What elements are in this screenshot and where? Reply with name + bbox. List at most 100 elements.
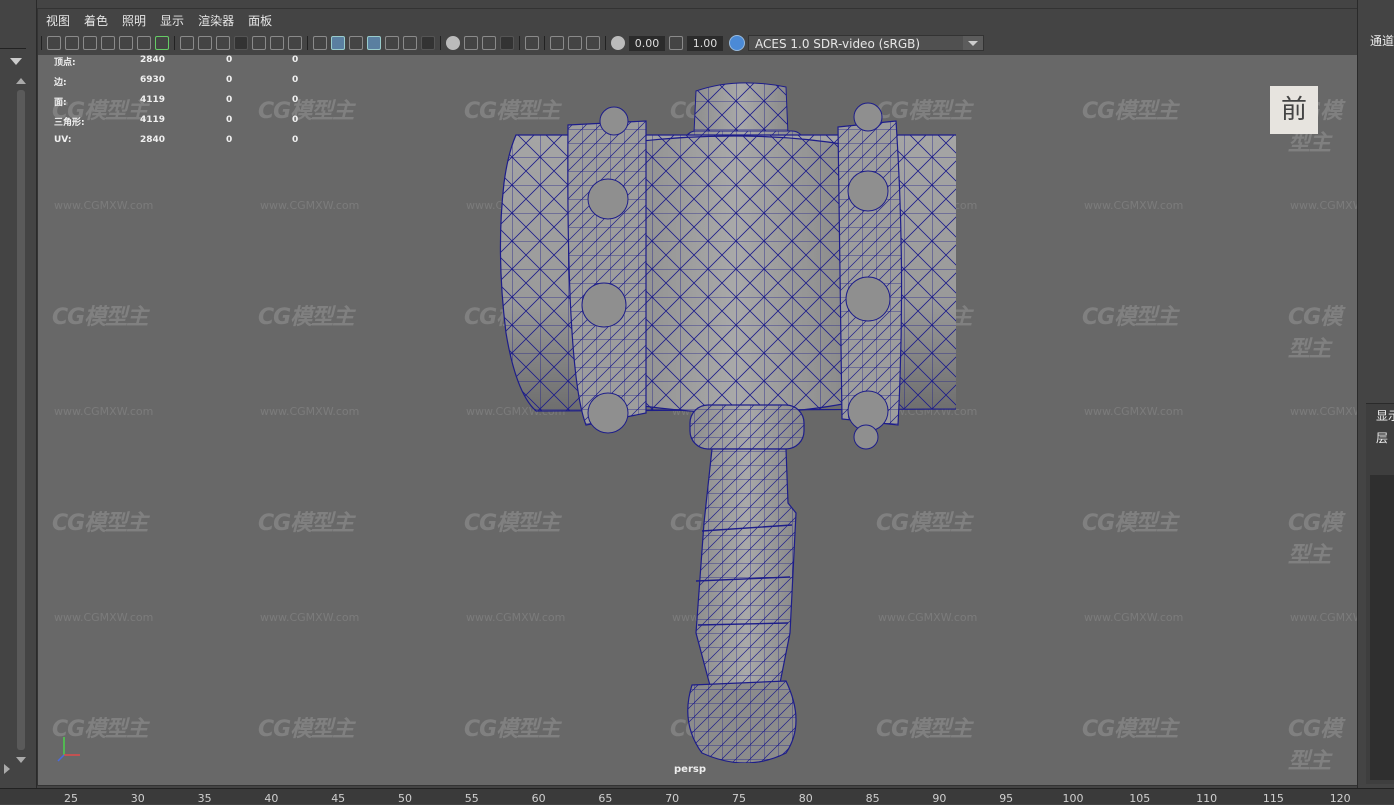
watermark-logo: CG模型主 [258, 717, 354, 742]
exposure-icon[interactable] [611, 36, 625, 50]
watermark-logo: CG模型主 [52, 511, 148, 536]
time-tick-label: 120 [1329, 792, 1351, 805]
scroll-up-icon[interactable] [16, 78, 26, 84]
viewport-panel: 视图 着色 照明 显示 渲染器 面板 0.00 1.00 ACES 1.0 SD… [37, 8, 1358, 786]
select-camera-icon[interactable] [47, 36, 61, 50]
xray-icon[interactable] [550, 36, 564, 50]
grid-icon[interactable] [180, 36, 194, 50]
backface-culling-icon[interactable] [586, 36, 600, 50]
stat-value: 0 [292, 135, 299, 145]
use-all-lights-icon[interactable] [403, 36, 417, 50]
film-gate-icon[interactable] [198, 36, 212, 50]
menu-panels[interactable]: 面板 [248, 12, 272, 29]
xray-joints-icon[interactable] [568, 36, 582, 50]
toolbar-separator [519, 36, 520, 50]
safe-action-icon[interactable] [270, 36, 284, 50]
watermark-url: www.CGMXW.com [1290, 611, 1357, 624]
stat-value: 4119 [140, 115, 166, 125]
scroll-down-icon[interactable] [16, 757, 26, 763]
time-tick-label: 105 [1129, 792, 1151, 805]
gamma-icon[interactable] [669, 36, 683, 50]
motion-blur-icon[interactable] [464, 36, 478, 50]
stat-value: 0 [292, 115, 299, 125]
menu-view[interactable]: 视图 [46, 12, 70, 29]
gamma-field[interactable]: 1.00 [687, 35, 723, 51]
menu-lighting[interactable]: 照明 [122, 12, 146, 29]
multisample-aa-icon[interactable] [482, 36, 496, 50]
watermark-logo: CG模型主 [1082, 305, 1178, 330]
resolution-gate-icon[interactable] [216, 36, 230, 50]
menu-renderer[interactable]: 渲染器 [198, 12, 234, 29]
watermark-url: www.CGMXW.com [260, 199, 360, 212]
smooth-shade-icon[interactable] [331, 36, 345, 50]
hammer-collar [689, 404, 805, 450]
heads-up-poly-count: 顶点: 2840 0 0 边: 6930 0 0 面: 4119 0 0 三角形… [54, 55, 334, 155]
layer-menu[interactable]: 层 [1376, 429, 1388, 446]
viewcube-front[interactable]: 前 [1270, 86, 1318, 134]
wireframe-on-shaded-icon[interactable] [367, 36, 381, 50]
stat-value: 2840 [140, 135, 166, 145]
camera-attributes-icon[interactable] [83, 36, 97, 50]
3d-viewport[interactable]: CG模型主 CG模型主 CG模型主 CG模型主 CG模型主 CG模型主 CG模型主 CG模型主… [38, 55, 1357, 785]
watermark-logo: CG模型主 [52, 305, 148, 330]
screen-space-ao-icon[interactable] [446, 36, 460, 50]
menu-show[interactable]: 显示 [160, 12, 184, 29]
watermark-url: www.CGMXW.com [54, 405, 154, 418]
toolbar-separator [440, 36, 441, 50]
2d-pan-zoom-icon[interactable] [137, 36, 151, 50]
toolbar-separator [605, 36, 606, 50]
watermark-url: www.CGMXW.com [1084, 405, 1184, 418]
field-chart-icon[interactable] [252, 36, 266, 50]
time-tick-label: 75 [732, 792, 746, 805]
watermark-url: www.CGMXW.com [1084, 611, 1184, 624]
bookmark-icon[interactable] [101, 36, 115, 50]
stat-label: 面: [54, 98, 67, 108]
channel-box-title[interactable]: 通道 [1370, 32, 1394, 49]
expand-right-icon[interactable] [4, 764, 10, 774]
toolbox-dropdown-icon[interactable] [10, 58, 22, 65]
stat-value: 0 [226, 95, 233, 105]
gate-mask-icon[interactable] [234, 36, 248, 50]
hammer-mesh [499, 82, 956, 763]
panel-menubar: 视图 着色 照明 显示 渲染器 面板 [38, 9, 1357, 31]
stat-value: 2840 [140, 55, 166, 65]
toolbox-divider [0, 48, 26, 49]
shadows-icon[interactable] [421, 36, 435, 50]
hammer-pommel [687, 680, 797, 763]
time-tick-label: 95 [999, 792, 1014, 805]
stat-value: 4119 [140, 95, 166, 105]
time-tick-label: 30 [130, 792, 145, 805]
watermark-url: www.CGMXW.com [54, 611, 154, 624]
use-default-material-icon[interactable] [349, 36, 363, 50]
color-space-dropdown[interactable]: ACES 1.0 SDR-video (sRGB) [748, 35, 984, 51]
toolbar-separator [41, 36, 42, 50]
color-management-icon[interactable] [729, 35, 745, 51]
watermark-logo: CG模型主 [1082, 717, 1178, 742]
watermark-url: www.CGMXW.com [260, 405, 360, 418]
layer-display-tab[interactable]: 显示 [1376, 407, 1394, 424]
hammer-left-band [567, 106, 647, 434]
exposure-field[interactable]: 0.00 [629, 35, 665, 51]
image-plane-icon[interactable] [119, 36, 133, 50]
time-tick-label: 80 [798, 792, 813, 805]
axis-gizmo-icon [57, 737, 80, 762]
menu-shading[interactable]: 着色 [84, 12, 108, 29]
chevron-down-icon[interactable] [963, 36, 983, 50]
time-slider[interactable]: 25 30 35 40 45 50 55 60 65 70 75 80 85 90 95 100 105 110 1… [0, 788, 1394, 805]
safe-title-icon[interactable] [288, 36, 302, 50]
grease-pencil-icon[interactable] [155, 36, 169, 50]
isolate-select-icon[interactable] [525, 36, 539, 50]
watermark-url: www.CGMXW.com [1290, 199, 1357, 212]
stat-row-triangles: 三角形: 4119 0 0 [54, 115, 334, 135]
depth-of-field-icon[interactable] [500, 36, 514, 50]
lock-camera-icon[interactable] [65, 36, 79, 50]
watermark-logo: CG模型主 [1082, 511, 1178, 536]
watermark-logo: CG模型主 [258, 305, 354, 330]
stat-value: 0 [226, 115, 233, 125]
wireframe-icon[interactable] [313, 36, 327, 50]
left-scrollbar[interactable] [17, 90, 25, 750]
textured-icon[interactable] [385, 36, 399, 50]
watermark-url: www.CGMXW.com [54, 199, 154, 212]
time-tick-label: 55 [464, 792, 479, 805]
layer-list[interactable] [1370, 475, 1394, 780]
